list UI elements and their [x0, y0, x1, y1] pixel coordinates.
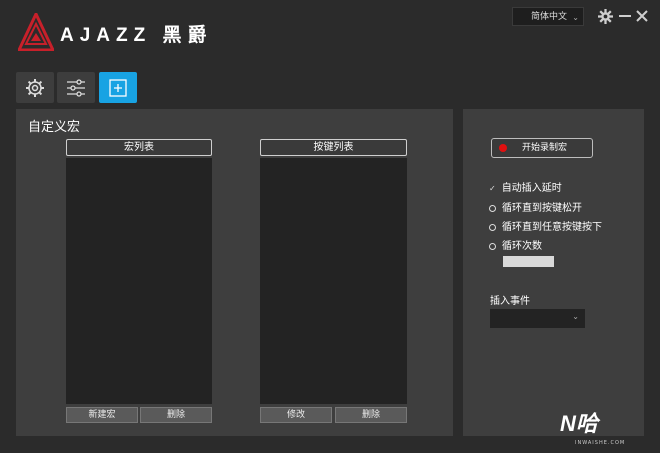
chevron-down-icon: ⌄ [572, 13, 579, 22]
insert-event-select[interactable]: ⌄ [490, 309, 585, 328]
language-select[interactable]: 简体中文 ⌄ [512, 7, 584, 26]
delete-key-button[interactable]: 删除 [335, 407, 407, 423]
tab-settings[interactable] [16, 72, 54, 103]
watermark-logo: N哈 [560, 411, 598, 436]
tab-adjust[interactable] [57, 72, 95, 103]
loop-until-any-key-option[interactable]: 循环直到任意按键按下 [489, 221, 602, 235]
key-list[interactable] [260, 158, 407, 404]
minimize-icon[interactable] [619, 15, 631, 17]
edit-key-button[interactable]: 修改 [260, 407, 332, 423]
radio-icon [489, 223, 496, 231]
options-panel [463, 109, 644, 436]
record-icon [499, 144, 507, 152]
loop-until-release-option[interactable]: 循环直到按键松开 [489, 202, 582, 216]
page-title: 自定义宏 [28, 120, 81, 135]
logo-text: AJAZZ 黑爵 [60, 25, 213, 46]
ajazz-logo-icon [18, 13, 54, 51]
macro-list[interactable] [66, 158, 212, 404]
checkbox-checked-icon: ✓ [489, 183, 496, 193]
insert-event-label: 插入事件 [490, 296, 530, 307]
delete-macro-button[interactable]: 删除 [140, 407, 212, 423]
key-list-header: 按键列表 [260, 139, 407, 156]
chevron-down-icon: ⌄ [572, 312, 579, 321]
radio-icon [489, 204, 496, 212]
start-record-label: 开始录制宏 [522, 143, 568, 153]
sliders-icon [67, 78, 85, 97]
add-square-icon [109, 78, 127, 97]
loop-count-input[interactable] [503, 256, 554, 267]
radio-icon [489, 242, 496, 250]
start-record-button[interactable]: 开始录制宏 [491, 138, 593, 158]
gear-icon[interactable] [598, 9, 613, 24]
auto-delay-label: 自动插入延时 [501, 183, 562, 194]
loop-count-option[interactable]: 循环次数 [489, 240, 542, 254]
new-macro-button[interactable]: 新建宏 [66, 407, 138, 423]
loop-count-label: 循环次数 [502, 241, 542, 252]
loop-until-any-key-label: 循环直到任意按键按下 [502, 222, 602, 233]
macro-list-header: 宏列表 [66, 139, 212, 156]
gear-icon [26, 78, 44, 97]
loop-until-release-label: 循环直到按键松开 [502, 203, 582, 214]
language-value: 简体中文 [531, 12, 568, 22]
auto-delay-option[interactable]: ✓ 自动插入延时 [489, 182, 562, 196]
watermark-url: INWAISHE.COM [575, 440, 626, 446]
close-icon[interactable] [636, 10, 648, 22]
tab-macro[interactable] [99, 72, 137, 103]
